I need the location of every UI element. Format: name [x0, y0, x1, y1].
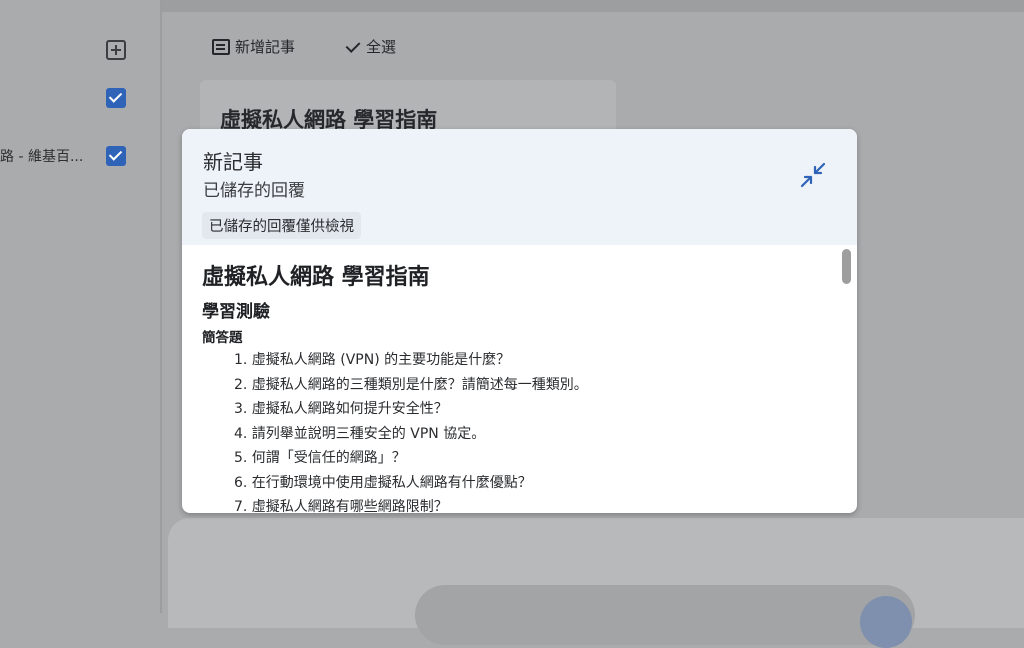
- source-item-checkbox[interactable]: [106, 146, 126, 166]
- source-item-label[interactable]: 路 - 維基百...: [0, 146, 83, 166]
- sidebar-divider: [160, 0, 162, 613]
- collapse-content-icon[interactable]: [799, 161, 827, 189]
- subsection-heading: 簡答題: [202, 330, 243, 346]
- chat-input-bar[interactable]: [415, 585, 915, 645]
- add-box-icon[interactable]: [106, 40, 126, 60]
- list-item: 2. 虛擬私人網路的三種類別是什麼？請簡述每一種類別。: [234, 376, 588, 393]
- question-list: 1. 虛擬私人網路 (VPN) 的主要功能是什麼？ 2. 虛擬私人網路的三種類別…: [234, 348, 588, 513]
- select-all-checkbox[interactable]: [106, 88, 126, 108]
- list-item: 3. 虛擬私人網路如何提升安全性？: [234, 401, 448, 417]
- select-all-button[interactable]: 全選: [345, 36, 396, 57]
- select-all-label: 全選: [366, 38, 397, 56]
- list-item: 7. 虛擬私人網路有哪些網路限制？: [234, 499, 448, 513]
- notes-toolbar: 新增記事 全選: [212, 36, 396, 57]
- sources-sidebar: 路 - 維基百...: [0, 0, 160, 613]
- list-item: 4. 請列舉並說明三種安全的 VPN 協定。: [234, 425, 486, 442]
- top-bar: [162, 0, 1024, 12]
- dialog-title: 新記事: [203, 150, 263, 174]
- add-note-label: 新增記事: [235, 38, 296, 56]
- document-title: 虛擬私人網路 學習指南: [202, 265, 430, 290]
- readonly-badge: 已儲存的回覆僅供檢視: [202, 212, 361, 239]
- note-viewer-dialog: 新記事 已儲存的回覆 已儲存的回覆僅供檢視 虛擬私人網路 學習指南 學習測驗 簡…: [182, 129, 857, 513]
- note-add-icon: [212, 38, 230, 55]
- list-item: 6. 在行動環境中使用虛擬私人網路有什麼優點？: [234, 474, 532, 491]
- list-item: 5. 何謂「受信任的網路」？: [234, 450, 406, 466]
- send-button[interactable]: [860, 596, 912, 648]
- check-icon: [345, 39, 361, 55]
- dialog-subtitle: 已儲存的回覆: [203, 181, 305, 201]
- dialog-body: 虛擬私人網路 學習指南 學習測驗 簡答題 1. 虛擬私人網路 (VPN) 的主要…: [182, 245, 857, 513]
- add-note-button[interactable]: 新增記事: [212, 36, 295, 57]
- dialog-header: 新記事 已儲存的回覆 已儲存的回覆僅供檢視: [182, 129, 857, 245]
- list-item: 1. 虛擬私人網路 (VPN) 的主要功能是什麼？: [234, 352, 511, 368]
- section-heading: 學習測驗: [202, 302, 270, 322]
- scrollbar-thumb[interactable]: [842, 249, 851, 284]
